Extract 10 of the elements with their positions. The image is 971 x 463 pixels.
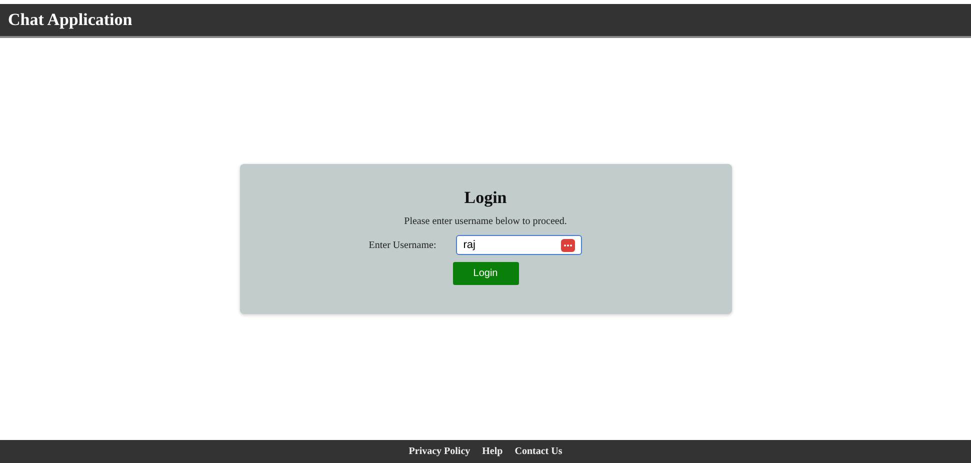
instruction-text: Please enter username below to proceed.: [404, 216, 567, 227]
username-label: Enter Username:: [368, 240, 436, 250]
login-button[interactable]: Login: [452, 262, 518, 285]
footer-link[interactable]: Contact Us: [514, 446, 562, 457]
login-title: Login: [464, 188, 507, 208]
footer-link[interactable]: Privacy Policy: [408, 446, 470, 457]
username-field[interactable]: raj: [456, 235, 582, 255]
password-manager-icon[interactable]: [561, 238, 576, 252]
app-title: Chat Application: [8, 10, 132, 30]
footer-link[interactable]: Help: [482, 446, 503, 457]
